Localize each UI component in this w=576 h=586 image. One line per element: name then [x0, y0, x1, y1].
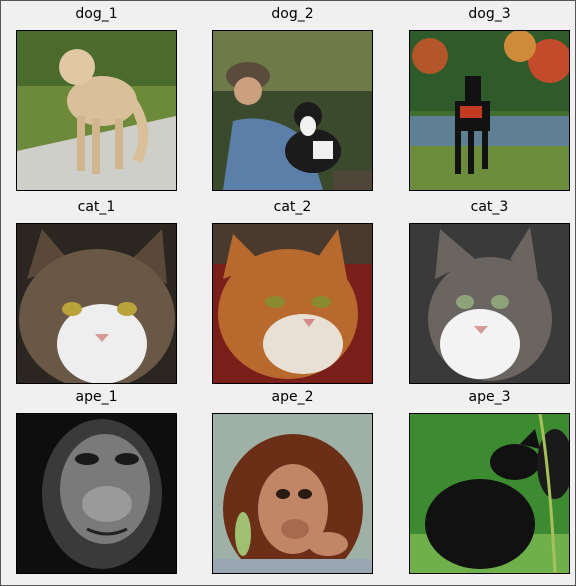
image-frame — [409, 223, 570, 384]
image-title: ape_3 — [468, 389, 511, 405]
cat-1-image — [17, 224, 176, 383]
image-frame — [16, 30, 177, 191]
dog-2-image — [213, 31, 372, 190]
image-title: dog_1 — [75, 6, 118, 22]
ape-3-image — [410, 414, 569, 573]
cat-2-image — [213, 224, 372, 383]
ape-2-image — [213, 414, 372, 573]
image-title: cat_3 — [470, 199, 509, 215]
figure-window: dog_1 dog_2 dog_3 cat_1 cat_2 cat_3 ape_… — [0, 0, 576, 586]
image-title: cat_1 — [77, 199, 116, 215]
dog-1-image — [17, 31, 176, 190]
image-title: ape_1 — [75, 389, 118, 405]
image-title: dog_3 — [468, 6, 511, 22]
image-title: dog_2 — [271, 6, 314, 22]
image-frame — [212, 413, 373, 574]
image-frame — [212, 223, 373, 384]
image-frame — [212, 30, 373, 191]
dog-3-image — [410, 31, 569, 190]
ape-1-image — [17, 414, 176, 573]
image-frame — [16, 413, 177, 574]
image-frame — [16, 223, 177, 384]
image-frame — [409, 413, 570, 574]
image-frame — [409, 30, 570, 191]
image-title: cat_2 — [273, 199, 312, 215]
cat-3-image — [410, 224, 569, 383]
image-title: ape_2 — [271, 389, 314, 405]
